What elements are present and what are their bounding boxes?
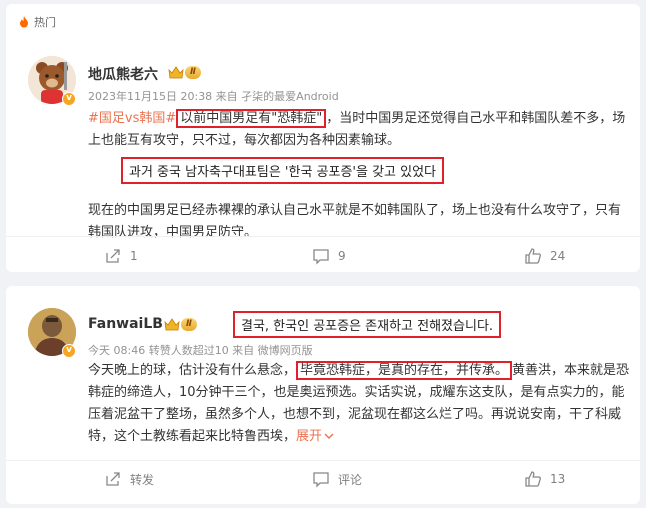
crown-icon <box>164 318 180 331</box>
post-body-paragraph-2: 现在的中国男足已经赤裸裸的承认自己水平就是不如韩国队了，场上也没有什么攻守了，只… <box>88 203 622 240</box>
expand-link[interactable]: 展开 <box>296 429 334 444</box>
comment-count: 9 <box>338 249 346 263</box>
post-body: #国足vs韩国# 以前中国男足有"恐韩症" ，当时中国男足还觉得自己水平和韩国队差不… <box>88 108 630 152</box>
hashtag-link[interactable]: #国足vs韩国# <box>88 111 176 126</box>
user-level-badge[interactable]: Ⅱ <box>168 66 201 79</box>
korean-caption: 과거 중국 남자축구대표팀은 '한국 공포증'을 갖고 있었다 <box>121 157 445 184</box>
comment-icon <box>313 249 329 265</box>
share-count: 1 <box>130 249 138 263</box>
thumbs-up-icon <box>525 471 541 487</box>
share-icon <box>106 472 120 486</box>
hot-label: 热门 <box>34 16 56 29</box>
comment-icon <box>313 472 329 488</box>
divider <box>6 460 640 461</box>
post-body: 今天晚上的球，估计没有什么悬念， 毕竟恐韩症，是真的存在，并传承。 黄善洪，本来就是… <box>88 360 630 448</box>
verified-badge-icon: v <box>62 92 76 106</box>
share-label: 转发 <box>130 472 155 487</box>
level-label: Ⅱ <box>185 66 201 79</box>
hot-tag: 热门 <box>18 14 56 30</box>
post-meta: 2023年11月15日 20:38 来自 孑柒的最爱Android <box>88 90 339 103</box>
share-button[interactable]: 转发 <box>104 470 154 488</box>
comment-label: 评论 <box>338 472 363 487</box>
korean-caption: 결국, 한국인 공포증은 존재하고 전해졌습니다. <box>233 311 502 338</box>
user-level-badge[interactable]: Ⅱ <box>164 318 197 331</box>
post-meta: 今天 08:46 转赞人数超过10 来自 微博网页版 <box>88 344 313 357</box>
crown-icon <box>168 66 184 79</box>
like-button[interactable]: 24 <box>524 247 565 265</box>
post-text-start: 今天晚上的球，估计没有什么悬念， <box>88 363 297 378</box>
post-card-1: 热门 v 地瓜熊老六 Ⅱ 2023年11月15日 20:38 来自 孑柒的最爱A… <box>6 4 640 272</box>
share-button[interactable]: 1 <box>104 247 138 265</box>
like-count: 24 <box>550 249 566 263</box>
share-icon <box>106 249 120 263</box>
highlighted-quote: 以前中国男足有"恐韩症" <box>176 109 327 128</box>
thumbs-up-icon <box>525 248 541 264</box>
divider <box>6 236 640 237</box>
highlighted-quote: 毕竟恐韩症，是真的存在，并传承。 <box>296 361 513 380</box>
username[interactable]: 地瓜熊老六 <box>88 64 158 84</box>
verified-badge-icon: v <box>62 344 76 358</box>
chevron-down-icon <box>324 433 334 439</box>
username[interactable]: FanwaiLB <box>88 316 163 332</box>
level-label: Ⅱ <box>181 318 197 331</box>
comment-button[interactable]: 评论 <box>312 470 362 488</box>
like-count: 13 <box>550 472 566 486</box>
like-button[interactable]: 13 <box>524 470 565 488</box>
fire-icon <box>20 16 28 28</box>
comment-button[interactable]: 9 <box>312 247 346 265</box>
